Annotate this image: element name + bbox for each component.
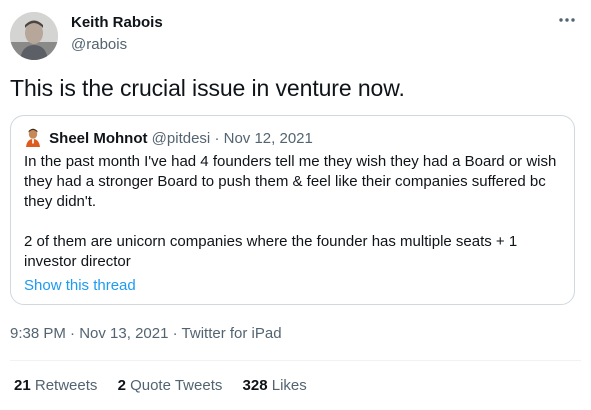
show-thread-link[interactable]: Show this thread — [24, 276, 136, 296]
quoted-paragraph: 2 of them are unicorn companies where th… — [24, 233, 518, 270]
quoted-date[interactable]: Nov 12, 2021 — [224, 130, 313, 147]
quoted-paragraph: In the past month I've had 4 founders te… — [24, 153, 557, 210]
quoted-author-avatar — [23, 127, 43, 147]
quote-tweets-stat[interactable]: 2 Quote Tweets — [118, 376, 223, 396]
tweet-source[interactable]: Twitter for iPad — [182, 325, 282, 342]
quoted-tweet-header: Sheel Mohnot @pitdesi · Nov 12, 2021 — [23, 127, 313, 149]
meta-separator: · — [172, 325, 178, 342]
quoted-author-name[interactable]: Sheel Mohnot — [49, 130, 147, 147]
retweets-stat[interactable]: 21 Retweets — [14, 376, 97, 396]
more-horizontal-icon[interactable] — [557, 12, 577, 28]
tweet-date[interactable]: Nov 13, 2021 — [79, 325, 168, 342]
quoted-author-handle[interactable]: @pitdesi — [152, 130, 211, 147]
tweet-stats: 21 Retweets 2 Quote Tweets 328 Likes — [14, 376, 323, 396]
quote-tweets-count: 2 — [117, 377, 126, 394]
tweet-time[interactable]: 9:38 PM — [10, 325, 66, 342]
likes-count: 328 — [242, 377, 268, 394]
quoted-tweet-text: In the past month I've had 4 founders te… — [24, 152, 564, 272]
likes-stat[interactable]: 328 Likes — [243, 376, 307, 396]
retweets-count: 21 — [14, 377, 31, 394]
tweet-meta: 9:38 PM · Nov 13, 2021 · Twitter for iPa… — [10, 324, 282, 344]
author-handle[interactable]: @rabois — [71, 36, 163, 54]
quoted-tweet[interactable]: Sheel Mohnot @pitdesi · Nov 12, 2021 In … — [10, 115, 575, 305]
retweets-label: Retweets — [34, 377, 98, 394]
avatar[interactable] — [10, 12, 58, 60]
author-name[interactable]: Keith Rabois — [71, 14, 163, 32]
tweet-header: Keith Rabois @rabois — [10, 8, 581, 60]
meta-separator: · — [70, 325, 76, 342]
author-block: Keith Rabois @rabois — [71, 14, 163, 54]
quote-tweets-label: Quote Tweets — [130, 377, 223, 394]
divider — [10, 360, 581, 361]
likes-label: Likes — [271, 377, 307, 394]
quoted-separator: · — [214, 130, 220, 147]
tweet-text: This is the crucial issue in venture now… — [10, 75, 405, 101]
avatar-image — [10, 12, 58, 60]
tweet: Keith Rabois @rabois This is the crucial… — [0, 0, 591, 410]
